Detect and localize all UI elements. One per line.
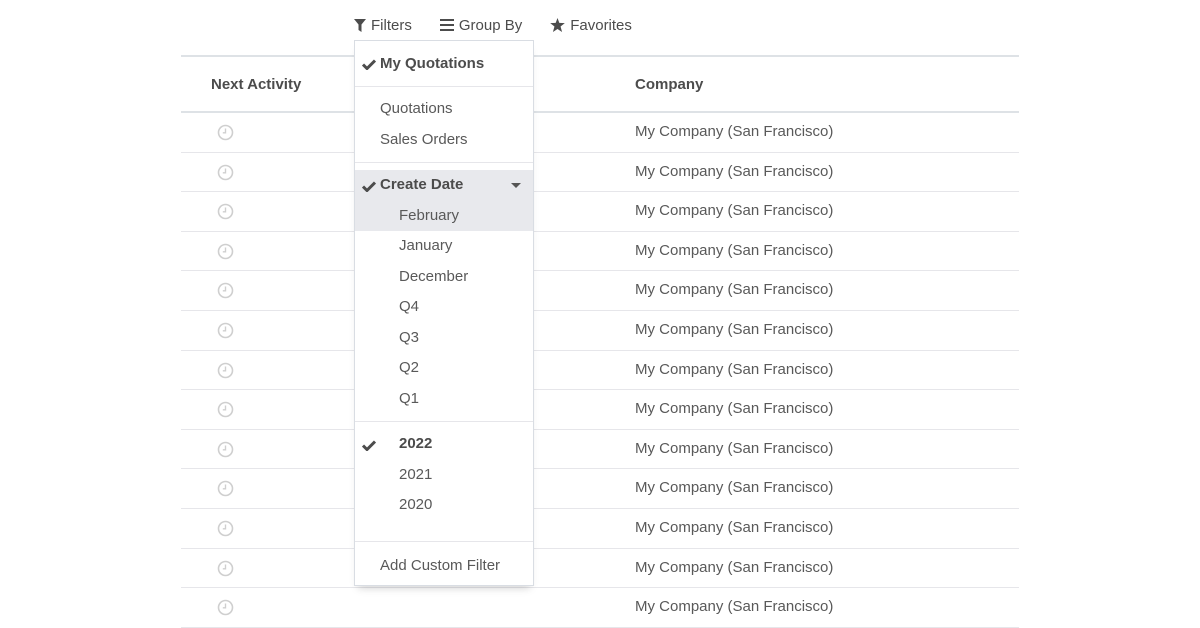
date-option[interactable]: Q1	[355, 383, 533, 414]
filters-button[interactable]: Filters	[354, 14, 412, 36]
option-label: Q1	[399, 389, 420, 407]
activity-clock-icon[interactable]	[217, 520, 234, 542]
activity-clock-icon[interactable]	[217, 599, 234, 621]
filter-quotations[interactable]: Quotations	[355, 94, 533, 125]
company-cell: My Company (San Francisco)	[635, 162, 834, 180]
star-icon	[550, 18, 566, 32]
company-cell: My Company (San Francisco)	[635, 202, 834, 220]
activity-clock-icon[interactable]	[217, 401, 234, 423]
favorites-label: Favorites	[570, 16, 632, 34]
filter-label: Quotations	[380, 100, 453, 118]
check-icon	[361, 179, 377, 196]
activity-clock-icon[interactable]	[217, 441, 234, 463]
option-label: January	[399, 237, 453, 255]
date-options: February January December Q4 Q3 Q2 Q1	[355, 200, 533, 414]
company-cell: My Company (San Francisco)	[635, 320, 834, 338]
add-custom-filter[interactable]: Add Custom Filter	[355, 545, 533, 585]
table-row[interactable]: My Company (San Francisco)	[181, 430, 1019, 470]
filter-sales-orders[interactable]: Sales Orders	[355, 124, 533, 155]
table-row[interactable]: My Company (San Francisco)	[181, 311, 1019, 351]
filter-my-quotations[interactable]: My Quotations	[355, 48, 533, 79]
filter-label: Create Date	[380, 176, 464, 194]
table-row[interactable]: My Company (San Francisco)	[181, 232, 1019, 272]
divider	[355, 420, 533, 422]
divider	[355, 161, 533, 163]
option-label: Q4	[399, 298, 420, 316]
filters-dropdown: My Quotations Quotations Sales Orders Cr…	[354, 40, 534, 586]
group-by-button[interactable]: Group By	[439, 14, 523, 36]
activity-clock-icon[interactable]	[217, 560, 234, 582]
activity-clock-icon[interactable]	[217, 362, 234, 384]
table-row[interactable]: My Company (San Francisco)	[181, 588, 1019, 628]
option-label: Q3	[399, 328, 420, 346]
date-option[interactable]: Q4	[355, 292, 533, 323]
company-cell: My Company (San Francisco)	[635, 558, 834, 576]
company-cell: My Company (San Francisco)	[635, 439, 834, 457]
table-row[interactable]: My Company (San Francisco)	[181, 469, 1019, 509]
year-option[interactable]: 2022	[355, 429, 533, 460]
filter-create-date[interactable]: Create Date	[355, 169, 533, 200]
option-label: 2021	[399, 465, 433, 483]
date-option[interactable]: Q2	[355, 353, 533, 384]
option-label: 2020	[399, 496, 433, 514]
table-row[interactable]: My Company (San Francisco)	[181, 351, 1019, 391]
divider	[355, 85, 533, 87]
date-option[interactable]: February	[355, 200, 533, 231]
filter-label: My Quotations	[380, 54, 485, 72]
company-cell: My Company (San Francisco)	[635, 241, 834, 259]
table-body: My Company (San Francisco) My Company (Sa…	[181, 113, 1019, 628]
table-row[interactable]: My Company (San Francisco)	[181, 113, 1019, 153]
check-icon	[361, 438, 377, 455]
table-row[interactable]: My Company (San Francisco)	[181, 153, 1019, 193]
date-option[interactable]: Q3	[355, 322, 533, 353]
company-cell: My Company (San Francisco)	[635, 479, 834, 497]
activity-clock-icon[interactable]	[217, 243, 234, 265]
table-row[interactable]: My Company (San Francisco)	[181, 549, 1019, 589]
option-label: Q2	[399, 359, 420, 377]
filters-label: Filters	[371, 16, 412, 34]
activity-clock-icon[interactable]	[217, 203, 234, 225]
table-row[interactable]: My Company (San Francisco)	[181, 390, 1019, 430]
table-row[interactable]: My Company (San Francisco)	[181, 192, 1019, 232]
quotations-list: Next Activity Company My Company (San Fr…	[181, 55, 1019, 628]
add-custom-filter-label: Add Custom Filter	[380, 556, 501, 574]
table-row[interactable]: My Company (San Francisco)	[181, 509, 1019, 549]
date-option[interactable]: December	[355, 261, 533, 292]
group-by-label: Group By	[458, 16, 523, 34]
filter-label: Sales Orders	[380, 130, 468, 148]
company-cell: My Company (San Francisco)	[635, 518, 834, 536]
year-option[interactable]: 2020	[355, 490, 533, 521]
bars-icon	[439, 19, 454, 31]
caret-down-icon	[511, 182, 521, 188]
activity-clock-icon[interactable]	[217, 124, 234, 146]
table-header: Next Activity Company	[181, 57, 1019, 113]
check-icon	[361, 57, 377, 74]
activity-clock-icon[interactable]	[217, 480, 234, 502]
filter-icon	[354, 18, 366, 32]
table-row[interactable]: My Company (San Francisco)	[181, 271, 1019, 311]
favorites-button[interactable]: Favorites	[550, 14, 632, 36]
column-header-company[interactable]: Company	[635, 76, 703, 93]
date-option[interactable]: January	[355, 231, 533, 262]
option-label: December	[399, 267, 469, 285]
option-label: February	[399, 206, 460, 224]
activity-clock-icon[interactable]	[217, 282, 234, 304]
company-cell: My Company (San Francisco)	[635, 598, 834, 616]
company-cell: My Company (San Francisco)	[635, 360, 834, 378]
divider	[355, 541, 533, 542]
search-panel-toolbar: Filters Group By Favorites	[354, 14, 660, 36]
company-cell: My Company (San Francisco)	[635, 281, 834, 299]
activity-clock-icon[interactable]	[217, 322, 234, 344]
column-header-next-activity[interactable]: Next Activity	[211, 76, 301, 93]
year-option[interactable]: 2021	[355, 459, 533, 490]
option-label: 2022	[399, 435, 433, 453]
company-cell: My Company (San Francisco)	[635, 400, 834, 418]
year-options: 2022 2021 2020	[355, 429, 533, 521]
company-cell: My Company (San Francisco)	[635, 123, 834, 140]
activity-clock-icon[interactable]	[217, 164, 234, 186]
